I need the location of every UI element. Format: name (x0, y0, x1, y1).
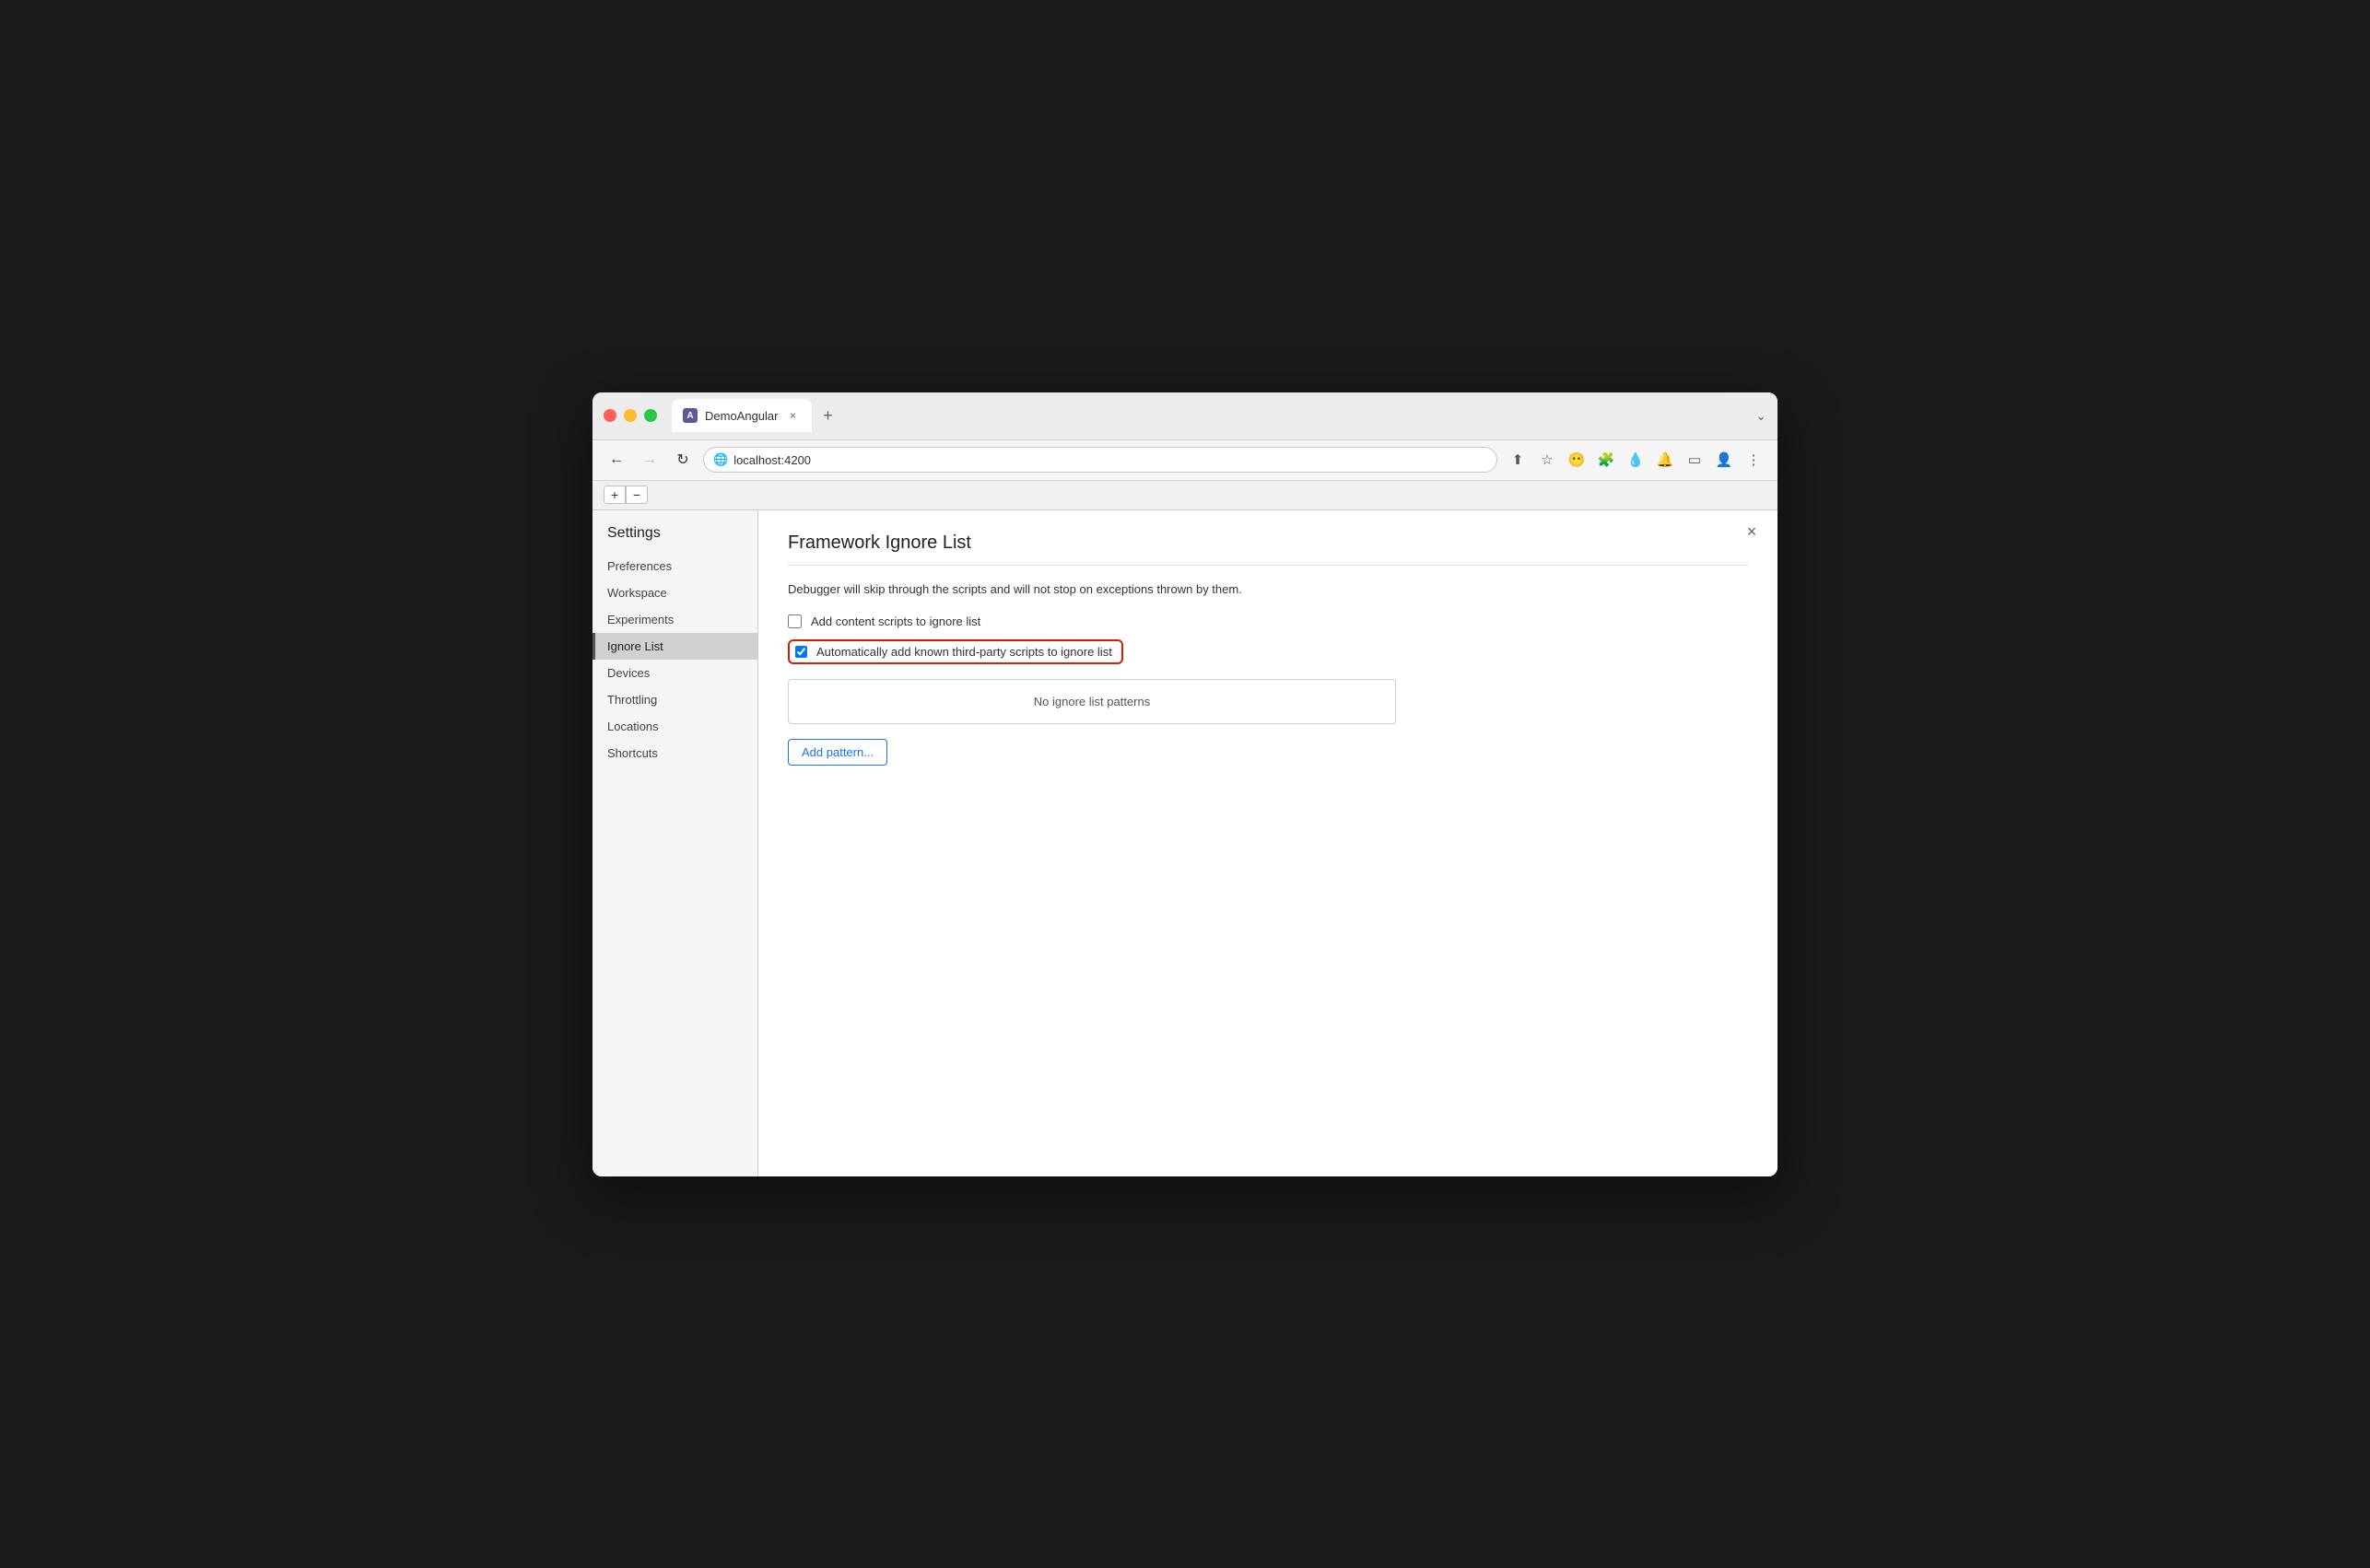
extension-icon[interactable]: 🧩 (1593, 447, 1619, 473)
sidebar-item-workspace[interactable]: Workspace (592, 579, 757, 606)
address-text: localhost:4200 (733, 453, 811, 467)
devtools-zoom-strip: + − (592, 481, 1778, 510)
panel-description: Debugger will skip through the scripts a… (788, 580, 1748, 599)
zoom-in-button[interactable]: + (604, 486, 626, 504)
sidebar-item-shortcuts[interactable]: Shortcuts (592, 740, 757, 766)
traffic-lights (604, 409, 657, 422)
bell-icon[interactable]: 🔔 (1652, 447, 1678, 473)
settings-sidebar: Settings Preferences Workspace Experimen… (592, 510, 758, 1176)
nav-icons-right: ⬆ ☆ 😶 🧩 💧 🔔 ▭ 👤 ⋮ (1505, 447, 1766, 473)
nav-bar: ← → ↻ 🌐 localhost:4200 ⬆ ☆ 😶 🧩 💧 🔔 ▭ 👤 ⋮ (592, 440, 1778, 481)
close-traffic-light[interactable] (604, 409, 616, 422)
new-tab-button[interactable]: + (815, 403, 841, 428)
sidebar-item-throttling[interactable]: Throttling (592, 686, 757, 713)
ghost-icon[interactable]: 😶 (1564, 447, 1590, 473)
panel-close-button[interactable]: × (1741, 521, 1763, 544)
address-lock-icon: 🌐 (713, 452, 728, 467)
sidebar-item-preferences[interactable]: Preferences (592, 553, 757, 579)
window-controls: ⌄ (1755, 408, 1766, 424)
address-bar[interactable]: 🌐 localhost:4200 (703, 447, 1497, 473)
content-scripts-checkbox[interactable] (788, 614, 802, 628)
content-scripts-label[interactable]: Add content scripts to ignore list (811, 614, 980, 628)
sidebar-item-experiments[interactable]: Experiments (592, 606, 757, 633)
share-icon[interactable]: ⬆ (1505, 447, 1531, 473)
forward-button[interactable]: → (637, 447, 663, 473)
refresh-button[interactable]: ↻ (670, 447, 696, 473)
sidebar-toggle-icon[interactable]: ▭ (1682, 447, 1707, 473)
main-content: × Framework Ignore List Debugger will sk… (758, 510, 1778, 1176)
more-menu-icon[interactable]: ⋮ (1741, 447, 1766, 473)
panel-title: Framework Ignore List (788, 532, 1748, 554)
sidebar-item-devices[interactable]: Devices (592, 660, 757, 686)
bookmark-icon[interactable]: ☆ (1534, 447, 1560, 473)
tab-title: DemoAngular (705, 409, 779, 423)
sidebar-title: Settings (592, 518, 757, 553)
checkbox-row-content-scripts: Add content scripts to ignore list (788, 614, 1748, 628)
highlighted-checkbox-row: Automatically add known third-party scri… (788, 639, 1123, 664)
tab-bar: A DemoAngular × + (672, 399, 1755, 432)
account-icon[interactable]: 💧 (1623, 447, 1648, 473)
sidebar-item-ignore-list[interactable]: Ignore List (592, 633, 757, 660)
zoom-out-button[interactable]: − (626, 486, 648, 504)
add-pattern-button[interactable]: Add pattern... (788, 739, 887, 766)
back-button[interactable]: ← (604, 447, 629, 473)
maximize-traffic-light[interactable] (644, 409, 657, 422)
tab-favicon: A (683, 408, 698, 423)
panel-divider (788, 565, 1748, 566)
no-patterns-label: No ignore list patterns (1034, 695, 1150, 708)
third-party-scripts-label[interactable]: Automatically add known third-party scri… (816, 645, 1112, 659)
third-party-scripts-checkbox[interactable] (795, 646, 807, 658)
minimize-traffic-light[interactable] (624, 409, 637, 422)
title-bar: A DemoAngular × + ⌄ (592, 392, 1778, 440)
browser-window: A DemoAngular × + ⌄ ← → ↻ 🌐 localhost:42… (592, 392, 1778, 1176)
active-tab[interactable]: A DemoAngular × (672, 399, 812, 432)
patterns-box: No ignore list patterns (788, 679, 1396, 724)
chevron-down-icon[interactable]: ⌄ (1755, 408, 1766, 424)
sidebar-item-locations[interactable]: Locations (592, 713, 757, 740)
user-avatar[interactable]: 👤 (1711, 447, 1737, 473)
devtools-body: Settings Preferences Workspace Experimen… (592, 510, 1778, 1176)
tab-close-button[interactable]: × (786, 408, 801, 423)
